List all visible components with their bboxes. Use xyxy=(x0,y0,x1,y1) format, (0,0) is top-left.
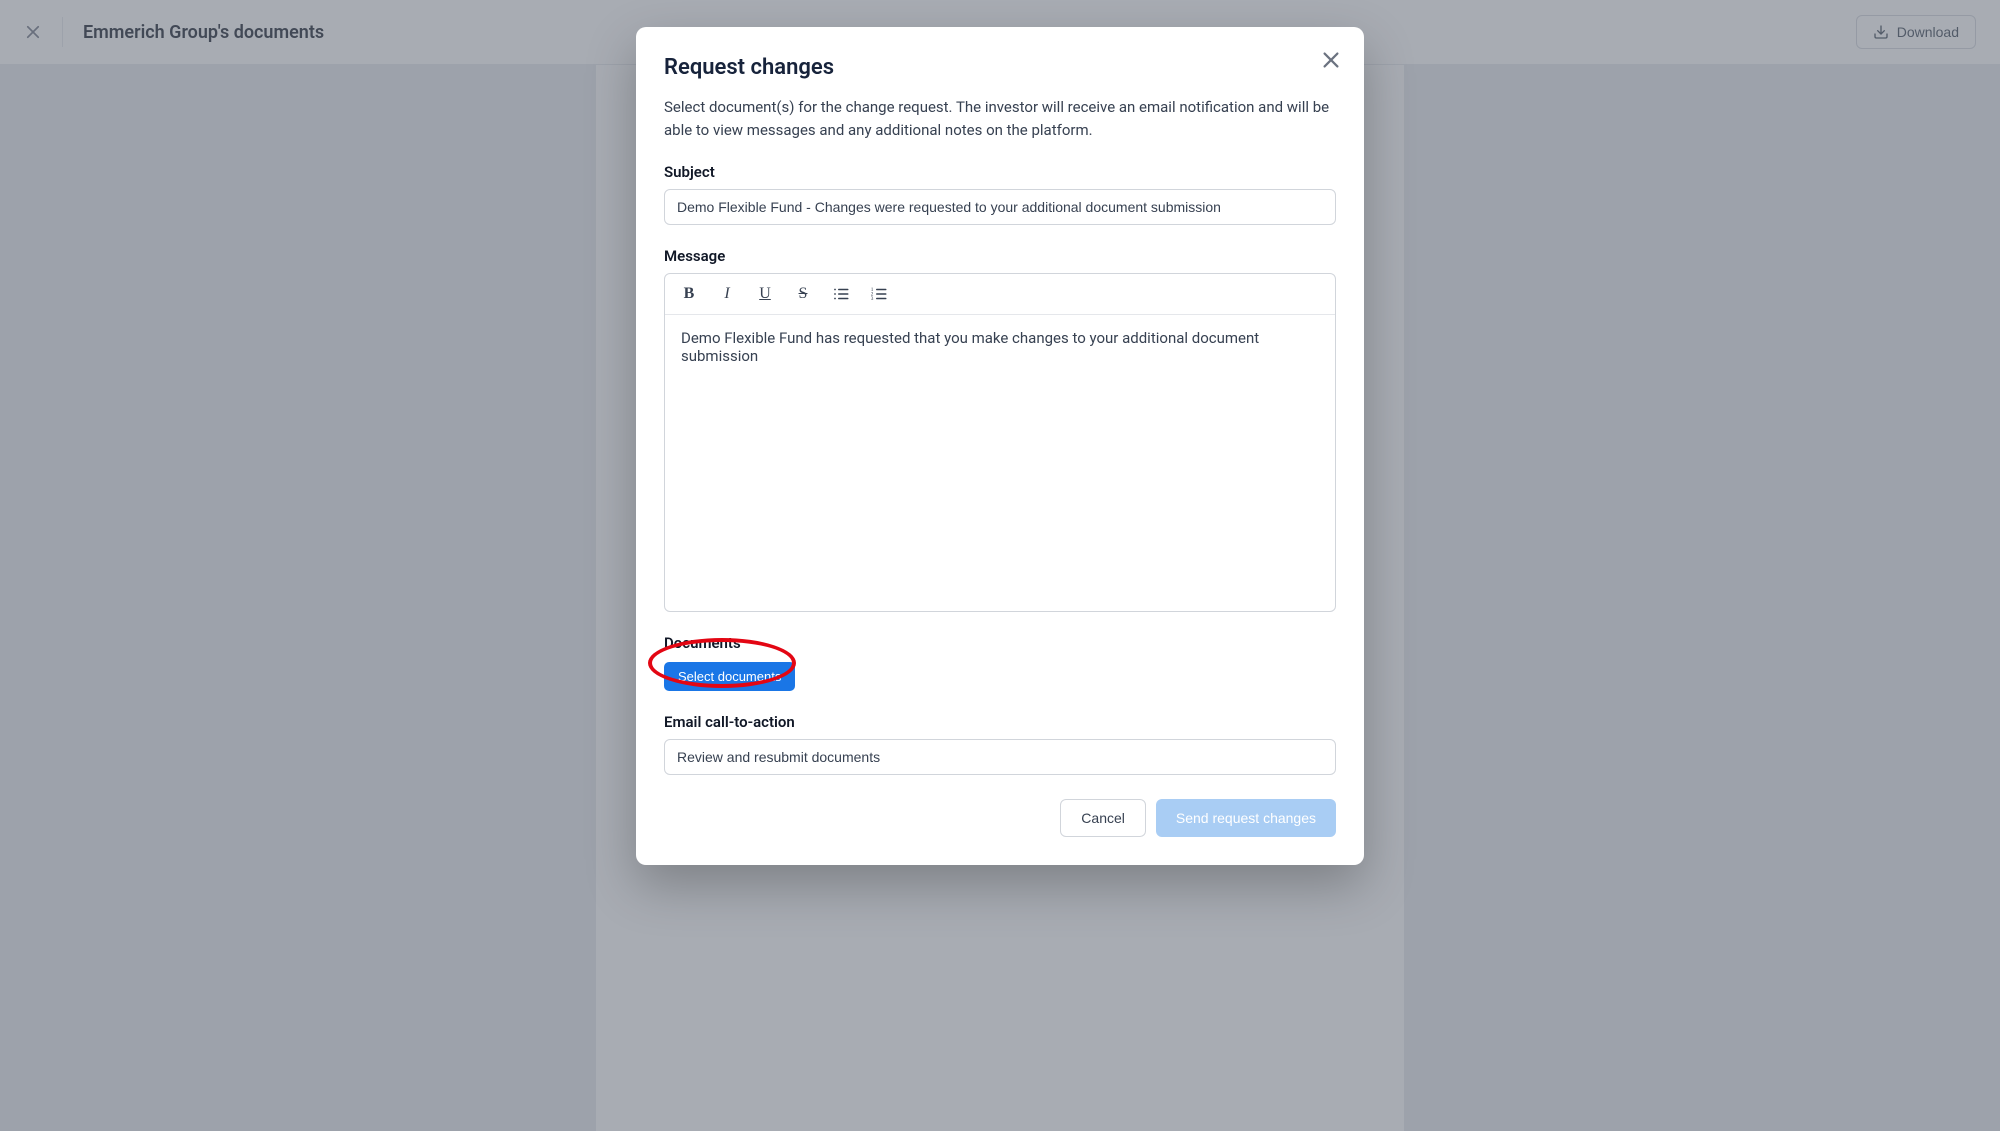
underline-button[interactable]: U xyxy=(755,284,775,304)
strikethrough-button[interactable]: S xyxy=(793,284,813,304)
numbered-list-button[interactable]: 1 2 3 xyxy=(869,284,889,304)
documents-row: Select documents xyxy=(664,652,1336,691)
cancel-button[interactable]: Cancel xyxy=(1060,799,1146,837)
italic-button[interactable]: I xyxy=(717,284,737,304)
subject-input[interactable] xyxy=(664,189,1336,225)
modal-title: Request changes xyxy=(664,55,1336,80)
modal-description: Select document(s) for the change reques… xyxy=(664,96,1336,141)
message-editor: B I U S 1 xyxy=(664,273,1336,612)
subject-label: Subject xyxy=(664,163,1336,181)
svg-text:3: 3 xyxy=(871,296,874,302)
modal-close-icon[interactable] xyxy=(1320,49,1342,71)
cta-label: Email call-to-action xyxy=(664,713,1336,731)
select-documents-button[interactable]: Select documents xyxy=(664,662,795,691)
cta-input[interactable] xyxy=(664,739,1336,775)
request-changes-modal: Request changes Select document(s) for t… xyxy=(636,27,1364,865)
documents-label: Documents xyxy=(664,634,1336,652)
send-request-changes-button[interactable]: Send request changes xyxy=(1156,799,1336,837)
modal-footer: Cancel Send request changes xyxy=(664,799,1336,837)
message-label: Message xyxy=(664,247,1336,265)
bullet-list-button[interactable] xyxy=(831,284,851,304)
editor-toolbar: B I U S 1 xyxy=(665,274,1335,315)
bold-button[interactable]: B xyxy=(679,284,699,304)
message-textarea[interactable]: Demo Flexible Fund has requested that yo… xyxy=(665,315,1335,611)
modal-overlay: Request changes Select document(s) for t… xyxy=(0,0,2000,1131)
